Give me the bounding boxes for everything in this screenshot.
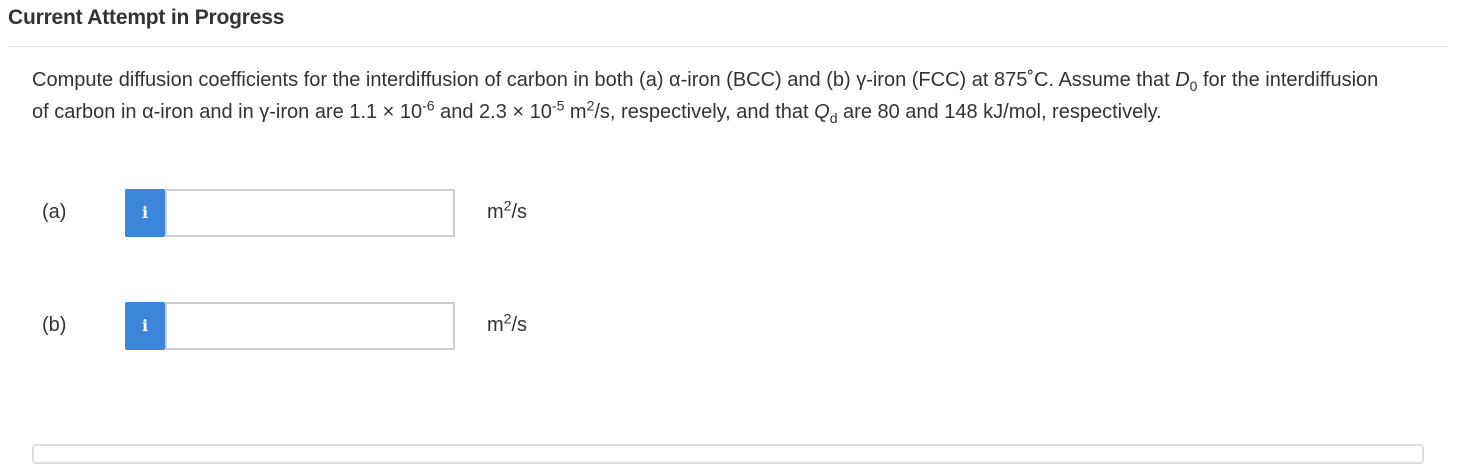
question-text: Compute diffusion coefficients for the i… bbox=[32, 64, 1392, 128]
exponent: -5 bbox=[551, 97, 565, 114]
question-segment: and 2.3 × 10 bbox=[434, 101, 552, 123]
answer-input-b[interactable] bbox=[165, 302, 455, 350]
info-button-a[interactable]: i bbox=[125, 189, 165, 237]
unit-base: m bbox=[487, 314, 504, 336]
question-segment: /s, respectively, and that bbox=[594, 101, 815, 123]
d0-symbol: D bbox=[1175, 69, 1190, 91]
unit-tail: /s bbox=[511, 314, 528, 336]
bottom-panel bbox=[32, 444, 1424, 464]
question-segment: are 80 and 148 kJ/mol, respectively. bbox=[837, 101, 1162, 123]
answer-input-a[interactable] bbox=[165, 189, 455, 237]
unit-base: m bbox=[487, 201, 504, 223]
unit-label-b: m2/s bbox=[487, 311, 528, 337]
question-segment: Compute diffusion coefficients for the i… bbox=[32, 69, 1176, 91]
answer-label-a: (a) bbox=[42, 201, 67, 223]
info-icon: i bbox=[141, 203, 149, 222]
unit-label-a: m2/s bbox=[487, 198, 528, 224]
question-segment: m bbox=[564, 101, 587, 123]
info-icon: i bbox=[141, 316, 149, 335]
unit-tail: /s bbox=[511, 201, 528, 223]
exponent: -6 bbox=[422, 97, 435, 114]
page-title: Current Attempt in Progress bbox=[8, 6, 285, 29]
answer-label-b: (b) bbox=[42, 314, 67, 336]
info-button-b[interactable]: i bbox=[125, 302, 165, 350]
header-divider bbox=[8, 46, 1448, 47]
qd-symbol: Q bbox=[814, 101, 830, 123]
